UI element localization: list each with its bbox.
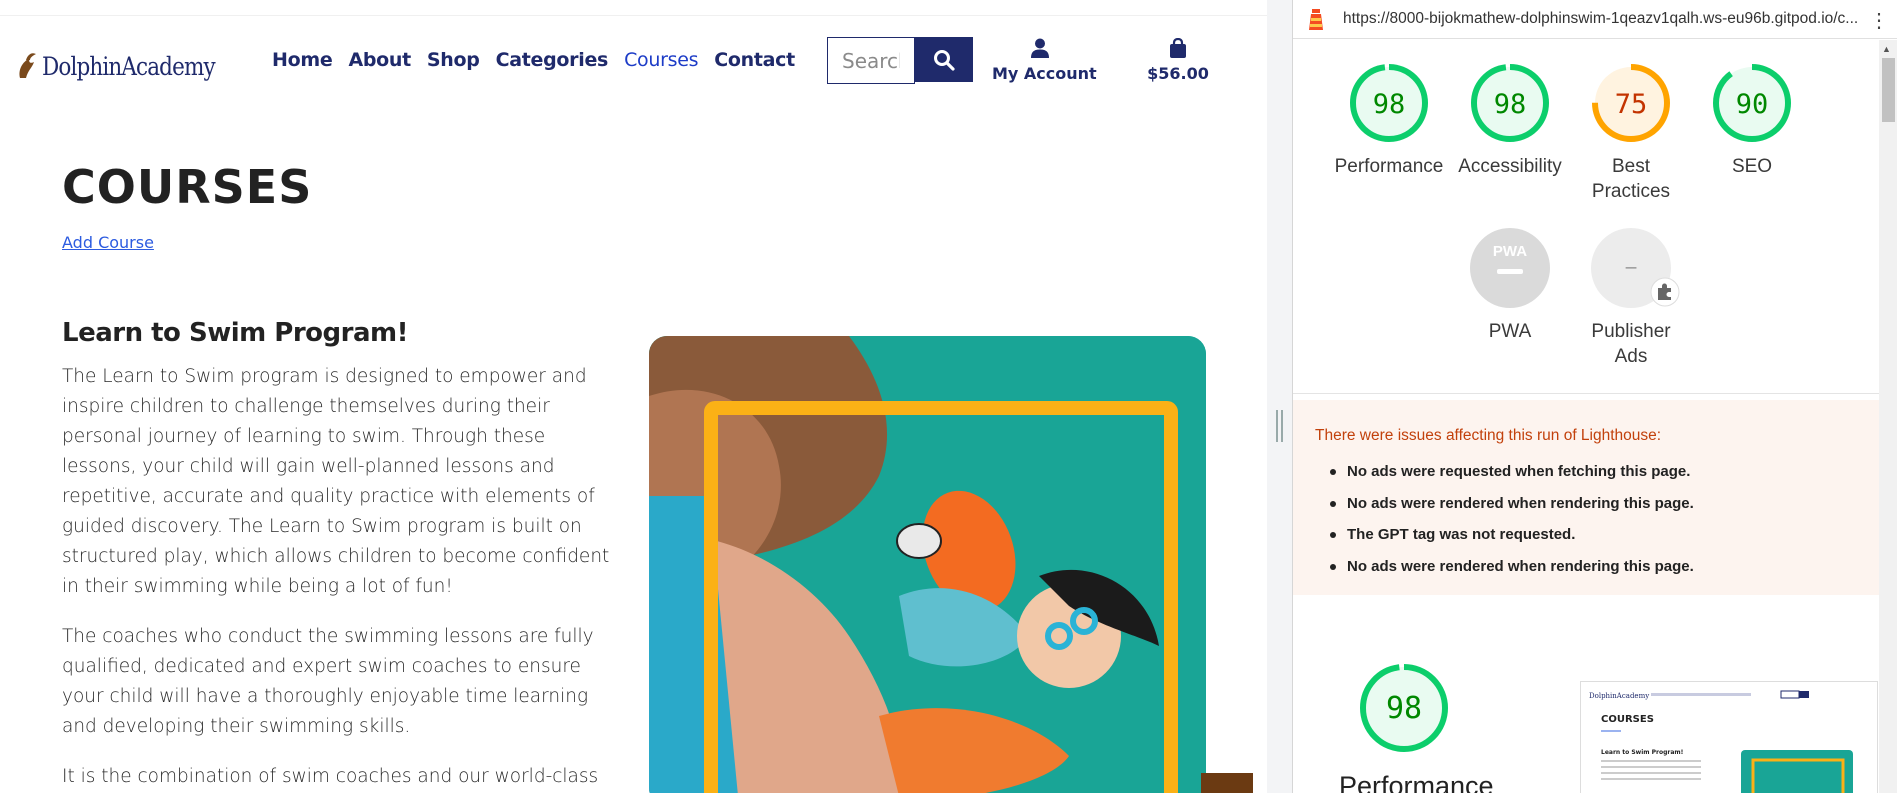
lighthouse-panel: https://8000-bijokmathew-dolphinswim-1qe… bbox=[1292, 0, 1897, 793]
plugin-puzzle-icon bbox=[1650, 277, 1680, 307]
score-ring: 98 bbox=[1350, 64, 1428, 142]
report-url[interactable]: https://8000-bijokmathew-dolphinswim-1qe… bbox=[1343, 10, 1857, 28]
divider bbox=[1293, 393, 1879, 394]
performance-summary-label: Performance bbox=[1339, 771, 1494, 793]
scroll-up-arrow-icon[interactable]: ▲ bbox=[1882, 44, 1891, 54]
nav-about[interactable]: About bbox=[348, 49, 411, 71]
page-title: COURSES bbox=[62, 160, 313, 214]
thumbnail-preview: DolphinAcademy COURSES Learn to Swim Pro… bbox=[1581, 682, 1877, 793]
more-options-icon[interactable]: ⋮ bbox=[1869, 8, 1889, 33]
top-strip bbox=[0, 0, 1267, 16]
my-account-label: My Account bbox=[992, 64, 1097, 83]
score-value: 98 bbox=[1494, 89, 1527, 120]
performance-gauge-ring: 98 bbox=[1360, 664, 1448, 752]
gauge-seo[interactable]: 90 SEO bbox=[1687, 62, 1817, 179]
search-button[interactable] bbox=[914, 37, 973, 82]
pwa-badge-icon: PWA bbox=[1470, 228, 1550, 308]
performance-summary-gauge[interactable]: 98 Performance bbox=[1339, 662, 1494, 793]
gauge-best-practices[interactable]: 75 Best Practices bbox=[1566, 62, 1696, 204]
search-icon bbox=[933, 49, 955, 71]
back-to-top-button[interactable] bbox=[1201, 773, 1253, 793]
shopping-bag-icon bbox=[1170, 38, 1186, 58]
gauge-label: Publisher Ads bbox=[1591, 321, 1671, 367]
main-nav: Home About Shop Categories Courses Conta… bbox=[272, 49, 795, 71]
website-viewport: DolphinAcademy Home About Shop Categorie… bbox=[0, 0, 1267, 793]
score-ring: 90 bbox=[1713, 64, 1791, 142]
publisher-ads-value: – bbox=[1626, 257, 1637, 278]
panel-splitter[interactable] bbox=[1267, 0, 1292, 793]
gauge-label: Accessibility bbox=[1458, 156, 1562, 177]
gauge-label: Best Practices bbox=[1591, 156, 1671, 202]
pwa-badge-text: PWA bbox=[1493, 243, 1527, 260]
warning-item: No ads were requested when fetching this… bbox=[1330, 456, 1694, 488]
gauge-accessibility[interactable]: 98 Accessibility bbox=[1445, 62, 1575, 179]
nav-shop[interactable]: Shop bbox=[427, 49, 480, 71]
nav-home[interactable]: Home bbox=[272, 49, 333, 71]
thumb-course-title: Learn to Swim Program! bbox=[1601, 749, 1683, 756]
warnings-title: There were issues affecting this run of … bbox=[1315, 427, 1662, 444]
gauge-label: Performance bbox=[1334, 156, 1444, 177]
add-course-link[interactable]: Add Course bbox=[62, 233, 154, 252]
gauge-performance[interactable]: 98 Performance bbox=[1324, 62, 1454, 179]
score-value: 90 bbox=[1736, 89, 1769, 120]
swim-lesson-illustration bbox=[649, 336, 1206, 793]
course-paragraph: The Learn to Swim program is designed to… bbox=[62, 366, 610, 597]
search-input[interactable] bbox=[827, 37, 915, 84]
course-description: The Learn to Swim program is designed to… bbox=[62, 362, 612, 793]
score-value: 75 bbox=[1615, 89, 1648, 120]
warning-item: No ads were rendered when rendering this… bbox=[1330, 551, 1694, 583]
nav-categories[interactable]: Categories bbox=[496, 49, 609, 71]
scrollbar-thumb[interactable] bbox=[1882, 58, 1895, 122]
course-paragraph: The coaches who conduct the swimming les… bbox=[62, 626, 594, 737]
shopping-bag-link[interactable]: $56.00 bbox=[1140, 38, 1216, 83]
user-icon bbox=[1031, 38, 1049, 58]
course-title: Learn to Swim Program! bbox=[62, 318, 408, 348]
warning-item: No ads were rendered when rendering this… bbox=[1330, 488, 1694, 520]
page-screenshot-thumbnail: DolphinAcademy COURSES Learn to Swim Pro… bbox=[1580, 681, 1878, 793]
score-ring: 75 bbox=[1592, 64, 1670, 142]
thumb-title: COURSES bbox=[1601, 714, 1654, 725]
bag-total: $56.00 bbox=[1147, 64, 1209, 83]
dolphin-logo-icon bbox=[19, 53, 36, 78]
site-logo[interactable]: DolphinAcademy bbox=[16, 48, 243, 84]
gauge-label: PWA bbox=[1488, 321, 1532, 342]
lighthouse-icon bbox=[1309, 9, 1323, 30]
nav-courses[interactable]: Courses bbox=[624, 49, 698, 71]
logo-text: DolphinAcademy bbox=[42, 51, 216, 81]
score-ring: 98 bbox=[1471, 64, 1549, 142]
thumb-logo-text: DolphinAcademy bbox=[1589, 692, 1649, 700]
course-paragraph: It is the combination of swim coaches an… bbox=[62, 766, 599, 787]
score-value: 98 bbox=[1373, 89, 1406, 120]
nav-contact[interactable]: Contact bbox=[714, 49, 795, 71]
splitter-grip[interactable] bbox=[1276, 410, 1283, 442]
scrollbar[interactable] bbox=[1879, 40, 1897, 793]
warning-item: The GPT tag was not requested. bbox=[1330, 519, 1694, 551]
gauge-pwa[interactable]: PWA PWA bbox=[1445, 227, 1575, 344]
warnings-list: No ads were requested when fetching this… bbox=[1330, 456, 1694, 583]
course-image bbox=[649, 336, 1206, 793]
gauge-publisher-ads[interactable]: – Publisher Ads bbox=[1566, 227, 1696, 369]
performance-score-value: 98 bbox=[1386, 691, 1422, 726]
gauge-label: SEO bbox=[1731, 156, 1773, 177]
report-url-bar: https://8000-bijokmathew-dolphinswim-1qe… bbox=[1293, 0, 1897, 39]
my-account-link[interactable]: My Account bbox=[992, 38, 1097, 83]
